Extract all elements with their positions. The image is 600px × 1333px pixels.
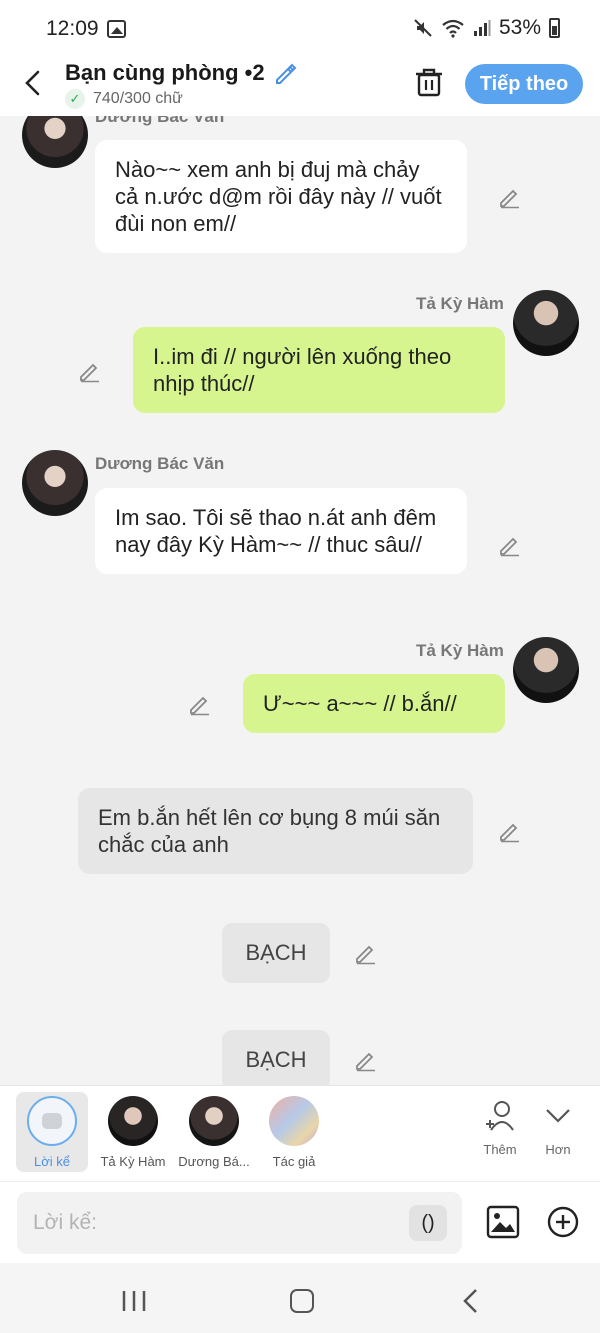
- avatar: [269, 1096, 319, 1146]
- gallery-notification-icon: [107, 20, 126, 38]
- check-icon: ✓: [65, 89, 85, 109]
- add-character-button[interactable]: Thêm: [470, 1100, 530, 1157]
- character-author[interactable]: Tác giả: [258, 1092, 330, 1172]
- mute-icon: [414, 19, 432, 37]
- character-narration[interactable]: Lời kể: [16, 1092, 88, 1172]
- back-arrow-icon[interactable]: [18, 68, 48, 98]
- narration-icon: [27, 1096, 77, 1146]
- speaker-name: Dương Bác Văn: [95, 116, 225, 126]
- character-label: Tả Kỳ Hàm: [100, 1154, 166, 1169]
- chat-area: Dương Bác Văn Nào~~ xem anh bị đuj mà ch…: [0, 116, 600, 1085]
- narration-bubble[interactable]: Em b.ắn hết lên cơ bụng 8 múi săn chắc c…: [78, 788, 473, 874]
- story-header: Bạn cùng phòng •2 ✓ 740/300 chữ Tiếp the…: [0, 60, 600, 116]
- edit-message-icon[interactable]: [498, 533, 522, 557]
- avatar-ta-ky-ham[interactable]: [513, 637, 579, 703]
- character-label: Tác giả: [272, 1154, 316, 1169]
- battery-percent: 53%: [498, 16, 541, 39]
- character-picker: Lời kể Tả Kỳ Hàm Dương Bá... Tác giả Thê…: [0, 1085, 600, 1181]
- next-button[interactable]: Tiếp theo: [465, 64, 583, 104]
- narration-input[interactable]: [17, 1192, 462, 1254]
- story-title: Bạn cùng phòng •2: [65, 60, 265, 85]
- trash-icon[interactable]: [414, 66, 444, 98]
- sound-chip[interactable]: BẠCH: [222, 1030, 330, 1085]
- composer: (): [0, 1181, 600, 1263]
- parentheses-button[interactable]: (): [409, 1205, 447, 1241]
- edit-message-icon[interactable]: [188, 692, 212, 716]
- story-title-row[interactable]: Bạn cùng phòng •2: [65, 60, 299, 86]
- avatar: [189, 1096, 239, 1146]
- avatar-duong-bac-van[interactable]: [22, 116, 88, 168]
- edit-message-icon[interactable]: [78, 359, 102, 383]
- recent-apps-icon[interactable]: [121, 1289, 147, 1313]
- signal-icon: [473, 20, 491, 36]
- status-time: 12:09: [46, 17, 99, 40]
- edit-message-icon[interactable]: [354, 941, 378, 965]
- battery-icon: [549, 18, 560, 38]
- message-bubble[interactable]: Ư~~~ a~~~ // b.ắn//: [243, 674, 505, 733]
- add-icon[interactable]: [547, 1206, 579, 1238]
- speaker-name: Tả Kỳ Hàm: [416, 294, 504, 313]
- status-bar: 12:09 53%: [0, 0, 600, 60]
- edit-message-icon[interactable]: [498, 185, 522, 209]
- add-person-icon: [486, 1101, 514, 1131]
- sound-chip[interactable]: BẠCH: [222, 923, 330, 983]
- word-count: ✓ 740/300 chữ: [65, 89, 183, 109]
- avatar-duong-bac-van[interactable]: [22, 450, 88, 516]
- word-count-text: 740/300 chữ: [93, 90, 183, 107]
- status-indicators: 53%: [413, 16, 560, 40]
- avatar-ta-ky-ham[interactable]: [513, 290, 579, 356]
- character-label: Dương Bá...: [178, 1154, 250, 1169]
- speaker-name: Dương Bác Văn: [95, 454, 225, 473]
- edit-message-icon[interactable]: [498, 819, 522, 843]
- edit-message-icon[interactable]: [354, 1048, 378, 1072]
- message-bubble[interactable]: Im sao. Tôi sẽ thao n.át anh đêm nay đây…: [95, 488, 467, 574]
- character-duong-bac-van[interactable]: Dương Bá...: [176, 1092, 252, 1172]
- message-bubble[interactable]: I..im đi // người lên xuống theo nhịp th…: [133, 327, 505, 413]
- more-button[interactable]: Hơn: [528, 1100, 588, 1157]
- system-nav-bar: [0, 1263, 600, 1333]
- wifi-icon: [442, 19, 464, 38]
- home-icon[interactable]: [290, 1289, 314, 1313]
- image-icon[interactable]: [486, 1205, 520, 1239]
- add-label: Thêm: [483, 1142, 517, 1157]
- speaker-name: Tả Kỳ Hàm: [416, 641, 504, 660]
- edit-title-icon[interactable]: [273, 60, 299, 86]
- character-label: Lời kể: [34, 1154, 70, 1169]
- more-label: Hơn: [545, 1142, 571, 1157]
- avatar: [108, 1096, 158, 1146]
- message-bubble[interactable]: Nào~~ xem anh bị đuj mà chảy cả n.ước d@…: [95, 140, 467, 253]
- chevron-down-icon: [546, 1109, 570, 1123]
- nav-back-icon[interactable]: [460, 1288, 480, 1314]
- character-ta-ky-ham[interactable]: Tả Kỳ Hàm: [96, 1092, 170, 1172]
